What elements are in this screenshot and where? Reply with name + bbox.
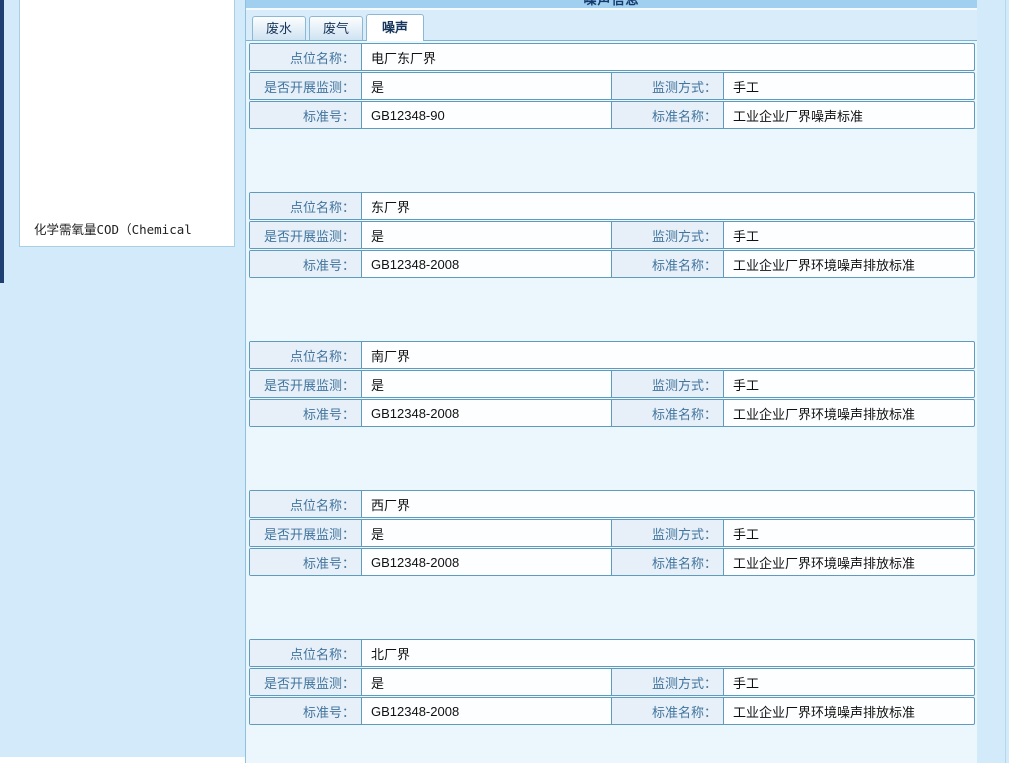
monitoring-point-block: 点位名称： 西厂界 是否开展监测： 是 监测方式： 手工 标准号： GB1234…: [249, 490, 975, 576]
point-name-value: 电厂东厂界: [362, 44, 974, 70]
standard-name-label: 标准名称：: [612, 698, 724, 724]
monitoring-conducted-value: 是: [362, 222, 612, 248]
standard-row: 标准号： GB12348-2008 标准名称： 工业企业厂界环境噪声排放标准: [249, 548, 975, 576]
monitoring-row: 是否开展监测： 是 监测方式： 手工: [249, 668, 975, 696]
monitoring-method-value: 手工: [724, 520, 974, 546]
standard-row: 标准号： GB12348-90 标准名称： 工业企业厂界噪声标准: [249, 101, 975, 129]
monitoring-method-label: 监测方式：: [612, 520, 724, 546]
noise-tab-content: 点位名称： 电厂东厂界 是否开展监测： 是 监测方式： 手工 标准号： GB12…: [246, 41, 977, 725]
standard-row: 标准号： GB12348-2008 标准名称： 工业企业厂界环境噪声排放标准: [249, 399, 975, 427]
standard-name-label: 标准名称：: [612, 102, 724, 128]
standard-name-value: 工业企业厂界环境噪声排放标准: [724, 549, 974, 575]
point-name-row: 点位名称： 东厂界: [249, 192, 975, 220]
standard-no-value: GB12348-2008: [362, 549, 612, 575]
monitoring-method-value: 手工: [724, 222, 974, 248]
monitoring-method-label: 监测方式：: [612, 222, 724, 248]
standard-name-value: 工业企业厂界噪声标准: [724, 102, 974, 128]
standard-no-value: GB12348-2008: [362, 698, 612, 724]
left-sidebar-region: 化学需氧量COD（Chemical: [0, 0, 245, 757]
monitoring-conducted-value: 是: [362, 371, 612, 397]
point-name-row: 点位名称： 电厂东厂界: [249, 43, 975, 71]
monitoring-point-block: 点位名称： 北厂界 是否开展监测： 是 监测方式： 手工 标准号： GB1234…: [249, 639, 975, 725]
panel-title-bar: 噪声信息: [246, 0, 977, 8]
right-page-margin: [977, 0, 1009, 763]
point-name-value: 东厂界: [362, 193, 974, 219]
standard-no-value: GB12348-2008: [362, 400, 612, 426]
monitoring-point-block: 点位名称： 南厂界 是否开展监测： 是 监测方式： 手工 标准号： GB1234…: [249, 341, 975, 427]
main-panel: 噪声信息 废水 废气 噪声 点位名称： 电厂东厂界 是否开展监测： 是 监测方式…: [245, 0, 977, 763]
standard-name-label: 标准名称：: [612, 549, 724, 575]
monitoring-conducted-label: 是否开展监测：: [250, 371, 362, 397]
monitoring-point-block: 点位名称： 东厂界 是否开展监测： 是 监测方式： 手工 标准号： GB1234…: [249, 192, 975, 278]
right-edge-line: [1005, 0, 1006, 763]
point-name-label: 点位名称：: [250, 193, 362, 219]
panel-title: 噪声信息: [246, 0, 977, 7]
monitoring-method-value: 手工: [724, 73, 974, 99]
standard-name-label: 标准名称：: [612, 251, 724, 277]
standard-no-label: 标准号：: [250, 400, 362, 426]
standard-name-label: 标准名称：: [612, 400, 724, 426]
point-name-row: 点位名称： 南厂界: [249, 341, 975, 369]
monitoring-row: 是否开展监测： 是 监测方式： 手工: [249, 370, 975, 398]
point-name-row: 点位名称： 北厂界: [249, 639, 975, 667]
monitoring-method-label: 监测方式：: [612, 371, 724, 397]
monitoring-conducted-value: 是: [362, 520, 612, 546]
standard-no-value: GB12348-90: [362, 102, 612, 128]
monitoring-conducted-value: 是: [362, 669, 612, 695]
monitoring-method-value: 手工: [724, 371, 974, 397]
standard-name-value: 工业企业厂界环境噪声排放标准: [724, 698, 974, 724]
monitoring-point-block: 点位名称： 电厂东厂界 是否开展监测： 是 监测方式： 手工 标准号： GB12…: [249, 43, 975, 129]
tab-noise[interactable]: 噪声: [366, 14, 424, 41]
standard-no-value: GB12348-2008: [362, 251, 612, 277]
monitoring-method-label: 监测方式：: [612, 669, 724, 695]
standard-no-label: 标准号：: [250, 102, 362, 128]
standard-name-value: 工业企业厂界环境噪声排放标准: [724, 400, 974, 426]
monitoring-conducted-label: 是否开展监测：: [250, 73, 362, 99]
monitoring-conducted-label: 是否开展监测：: [250, 669, 362, 695]
point-name-label: 点位名称：: [250, 640, 362, 666]
point-name-value: 北厂界: [362, 640, 974, 666]
standard-no-label: 标准号：: [250, 251, 362, 277]
standard-no-label: 标准号：: [250, 549, 362, 575]
monitoring-conducted-label: 是否开展监测：: [250, 222, 362, 248]
monitoring-row: 是否开展监测： 是 监测方式： 手工: [249, 221, 975, 249]
point-name-row: 点位名称： 西厂界: [249, 490, 975, 518]
tab-waste-gas[interactable]: 废气: [309, 16, 363, 40]
tab-wastewater[interactable]: 废水: [252, 16, 306, 40]
monitoring-conducted-value: 是: [362, 73, 612, 99]
point-name-value: 南厂界: [362, 342, 974, 368]
monitoring-method-label: 监测方式：: [612, 73, 724, 99]
point-name-label: 点位名称：: [250, 342, 362, 368]
point-name-value: 西厂界: [362, 491, 974, 517]
standard-row: 标准号： GB12348-2008 标准名称： 工业企业厂界环境噪声排放标准: [249, 697, 975, 725]
parameter-panel: 化学需氧量COD（Chemical: [19, 0, 235, 247]
standard-name-value: 工业企业厂界环境噪声排放标准: [724, 251, 974, 277]
monitoring-row: 是否开展监测： 是 监测方式： 手工: [249, 72, 975, 100]
standard-no-label: 标准号：: [250, 698, 362, 724]
monitoring-conducted-label: 是否开展监测：: [250, 520, 362, 546]
monitoring-method-value: 手工: [724, 669, 974, 695]
monitoring-row: 是否开展监测： 是 监测方式： 手工: [249, 519, 975, 547]
parameter-label: 化学需氧量COD（Chemical: [34, 219, 192, 238]
point-name-label: 点位名称：: [250, 44, 362, 70]
point-name-label: 点位名称：: [250, 491, 362, 517]
left-edge-strip: [0, 0, 4, 283]
tab-strip: 废水 废气 噪声: [246, 10, 977, 41]
standard-row: 标准号： GB12348-2008 标准名称： 工业企业厂界环境噪声排放标准: [249, 250, 975, 278]
